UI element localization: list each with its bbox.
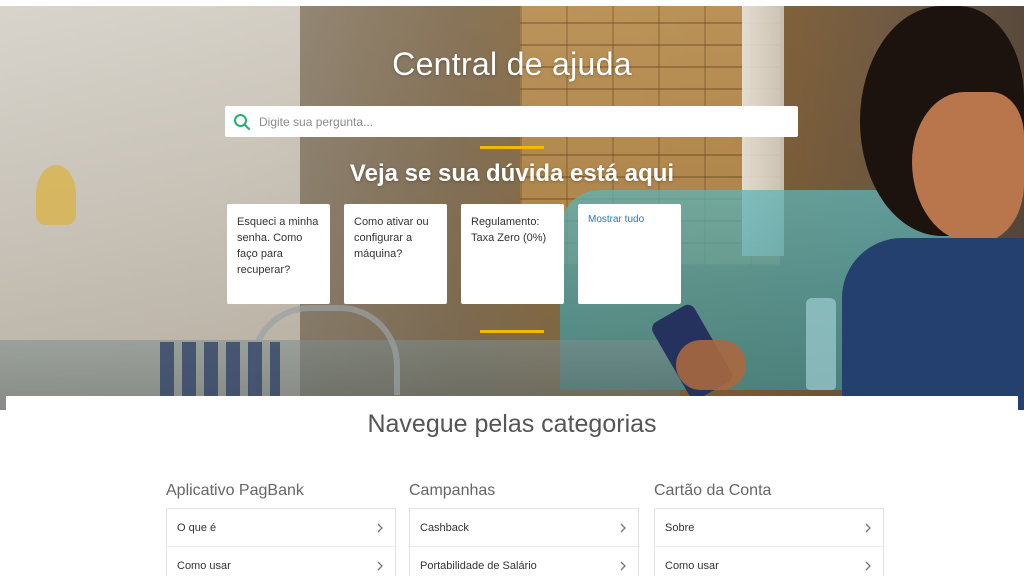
hero-top-strip: [0, 0, 1024, 6]
search-bar[interactable]: [225, 106, 798, 137]
faq-card-forgot-password[interactable]: Esqueci a minha senha. Como faço para re…: [227, 204, 330, 304]
category-item[interactable]: Como usar: [655, 547, 883, 576]
categories-heading: Navegue pelas categorias: [367, 410, 657, 438]
category-item[interactable]: Portabilidade de Salário: [410, 547, 638, 576]
category-column-cartao: Cartão da Conta Sobre Como usar: [654, 482, 884, 576]
category-item[interactable]: Sobre: [655, 509, 883, 547]
category-item-label: Como usar: [177, 559, 231, 572]
category-item-label: Sobre: [665, 521, 695, 534]
accent-divider-bottom: [480, 330, 544, 333]
category-title: Aplicativo PagBank: [166, 482, 304, 499]
category-list: O que é Como usar: [166, 508, 396, 576]
chevron-right-icon: [863, 561, 873, 571]
category-title: Campanhas: [409, 482, 496, 499]
search-input[interactable]: [259, 106, 798, 137]
accent-divider-top: [480, 146, 544, 149]
category-item-label: Como usar: [665, 559, 719, 572]
category-list: Cashback Portabilidade de Salário: [409, 508, 639, 576]
category-item[interactable]: Cashback: [410, 509, 638, 547]
category-column-aplicativo: Aplicativo PagBank O que é Como usar: [166, 482, 396, 576]
faq-card-activate-machine[interactable]: Como ativar ou configurar a máquina?: [344, 204, 447, 304]
category-list: Sobre Como usar: [654, 508, 884, 576]
category-column-campanhas: Campanhas Cashback Portabilidade de Salá…: [409, 482, 639, 576]
page-title: Central de ajuda: [392, 46, 632, 82]
category-item-label: Cashback: [420, 521, 469, 534]
faq-card-taxa-zero[interactable]: Regulamento: Taxa Zero (0%): [461, 204, 564, 304]
faq-heading: Veja se sua dúvida está aqui: [349, 160, 675, 187]
category-item[interactable]: O que é: [167, 509, 395, 547]
category-title: Cartão da Conta: [654, 482, 772, 499]
hero-hand: [676, 340, 746, 390]
chevron-right-icon: [618, 523, 628, 533]
category-item[interactable]: Como usar: [167, 547, 395, 576]
category-item-label: Portabilidade de Salário: [420, 559, 537, 572]
category-item-label: O que é: [177, 521, 217, 534]
show-all-link[interactable]: Mostrar tudo: [578, 204, 681, 304]
hero-background-bottles: [160, 342, 280, 396]
chevron-right-icon: [863, 523, 873, 533]
chevron-right-icon: [375, 523, 385, 533]
hero-person-body: [842, 238, 1024, 410]
faq-cards: Esqueci a minha senha. Como faço para re…: [227, 204, 681, 304]
search-icon[interactable]: [225, 106, 259, 137]
chevron-right-icon: [375, 561, 385, 571]
chevron-right-icon: [618, 561, 628, 571]
hero-background-glass: [806, 298, 836, 390]
